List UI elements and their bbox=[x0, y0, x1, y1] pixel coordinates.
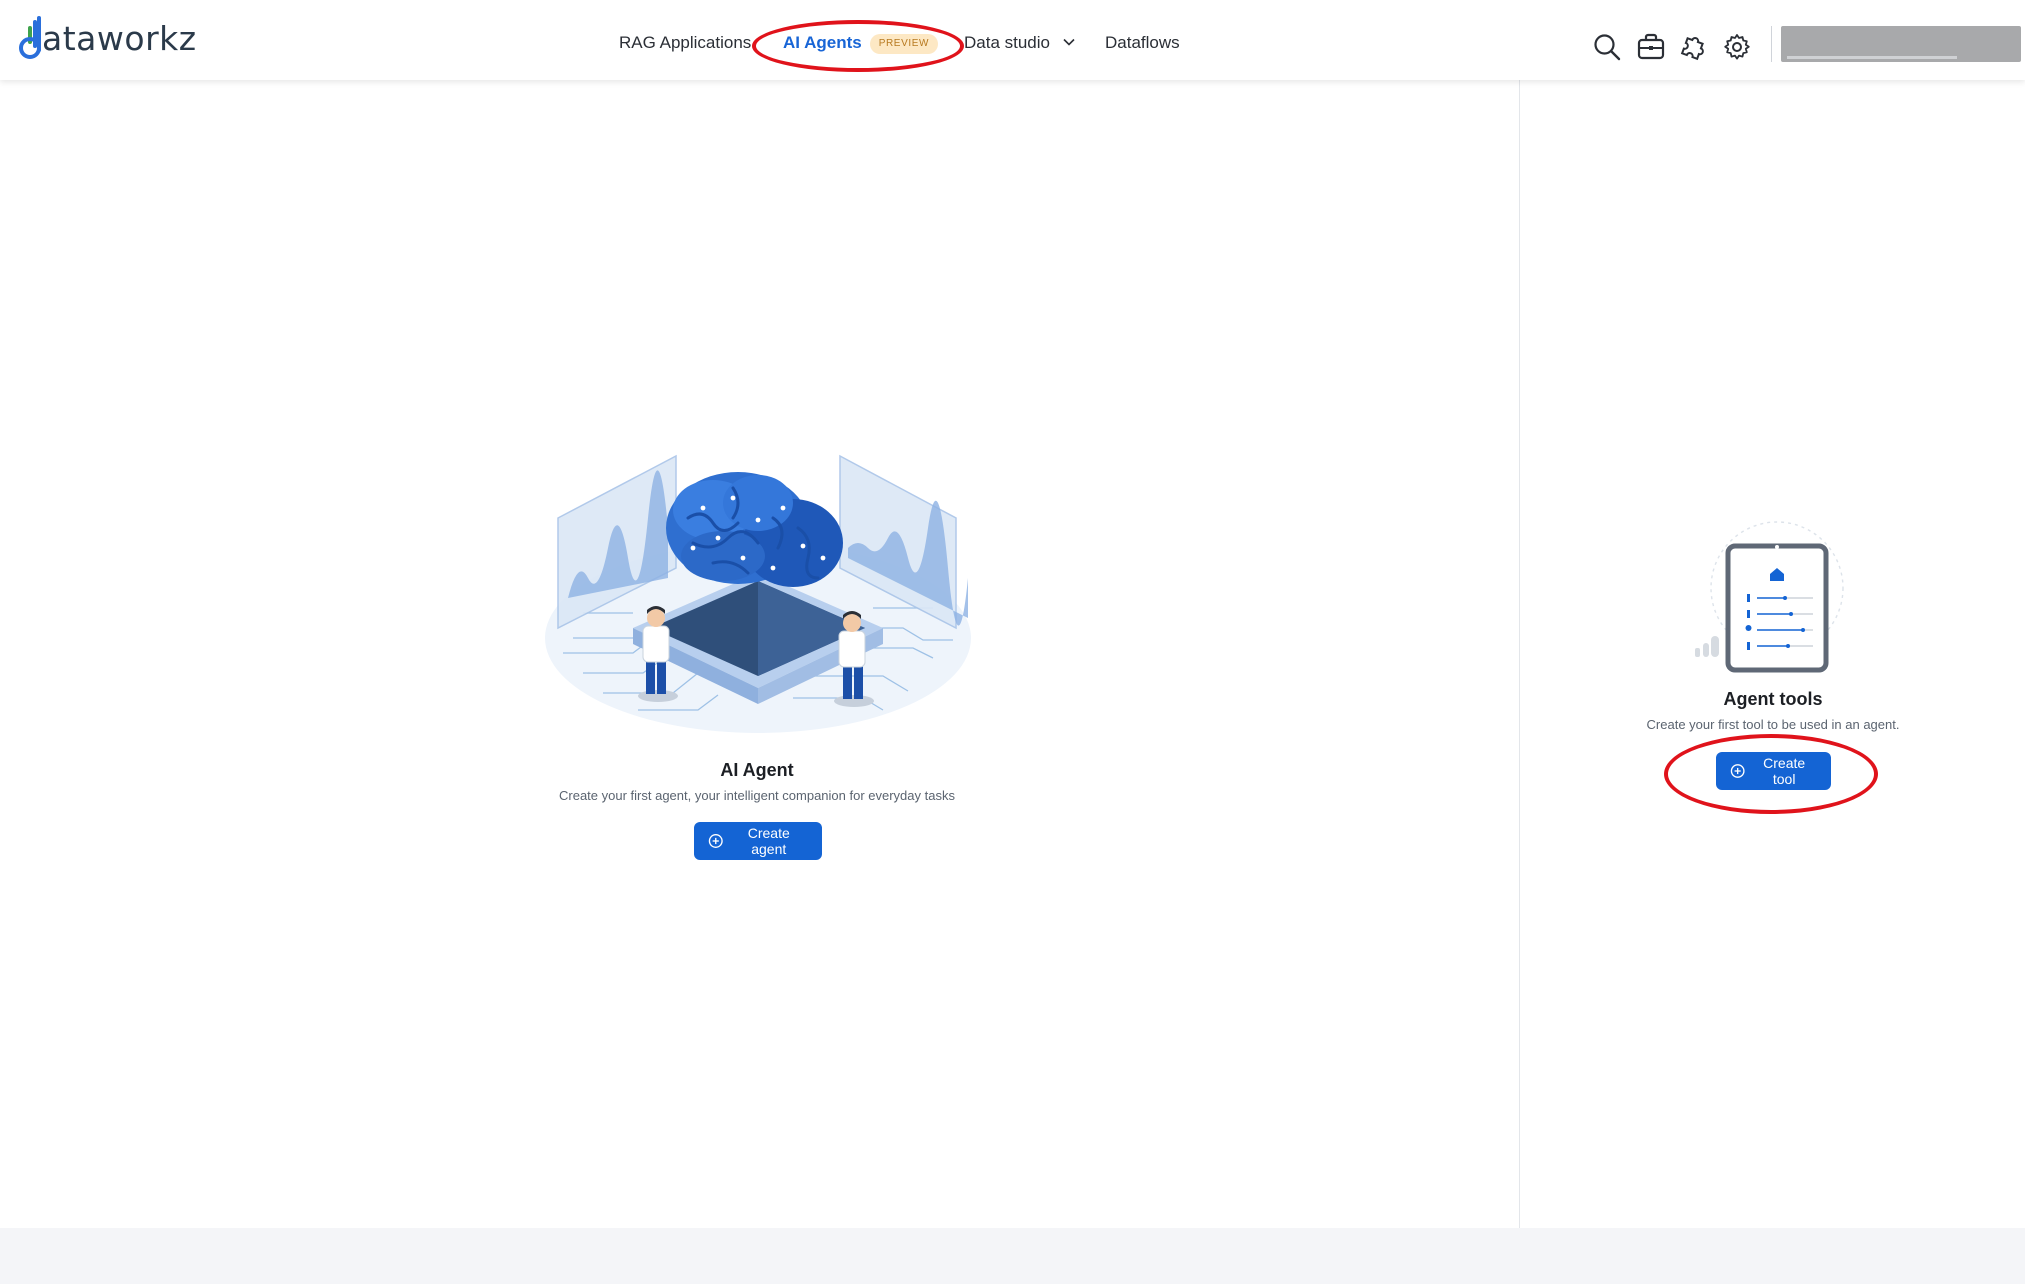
create-tool-button[interactable]: Create tool bbox=[1716, 752, 1831, 790]
agent-tools-illustration bbox=[1695, 521, 1844, 673]
dataworkz-logo[interactable]: ataworkz bbox=[18, 12, 197, 60]
create-agent-label: Create agent bbox=[747, 825, 790, 857]
nav-dataflows[interactable]: Dataflows bbox=[1105, 28, 1180, 58]
nav-label: Data studio bbox=[964, 33, 1050, 52]
chevron-down-icon bbox=[1063, 38, 1075, 46]
tools-card-description: Create your first tool to be used in an … bbox=[1646, 717, 1900, 732]
tools-card-title: Agent tools bbox=[1723, 689, 1823, 709]
create-agent-button[interactable]: Create agent bbox=[694, 822, 822, 860]
gear-icon[interactable] bbox=[1722, 32, 1752, 62]
nav-label: RAG Applications bbox=[619, 33, 752, 52]
nav-ai-agents[interactable]: AI Agents PREVIEW bbox=[783, 28, 939, 58]
logo-mark-icon bbox=[19, 16, 41, 59]
redaction-strip bbox=[1787, 56, 1957, 59]
nav-label: Dataflows bbox=[1105, 33, 1180, 52]
briefcase-icon[interactable] bbox=[1636, 32, 1666, 62]
create-tool-label: Create tool bbox=[1763, 755, 1806, 787]
user-account-redacted[interactable] bbox=[1781, 26, 2021, 62]
plus-circle-icon bbox=[708, 834, 723, 848]
logo-text: ataworkz bbox=[42, 19, 197, 58]
ai-agent-illustration bbox=[545, 454, 971, 733]
header-divider bbox=[1771, 26, 1772, 62]
preview-badge: PREVIEW bbox=[869, 34, 939, 54]
agent-card-title: AI Agent bbox=[720, 760, 794, 780]
plus-circle-icon bbox=[1730, 764, 1745, 778]
agent-card-description: Create your first agent, your intelligen… bbox=[559, 788, 955, 803]
nav-data-studio[interactable]: Data studio bbox=[964, 28, 1075, 58]
puzzle-icon[interactable] bbox=[1679, 32, 1709, 62]
nav-label: AI Agents bbox=[783, 33, 862, 52]
search-icon[interactable] bbox=[1592, 32, 1622, 62]
top-header: ataworkz RAG Applications AI Agents PREVI… bbox=[0, 0, 2025, 80]
page-footer-band bbox=[0, 1228, 2025, 1284]
nav-rag-applications[interactable]: RAG Applications bbox=[619, 28, 751, 58]
